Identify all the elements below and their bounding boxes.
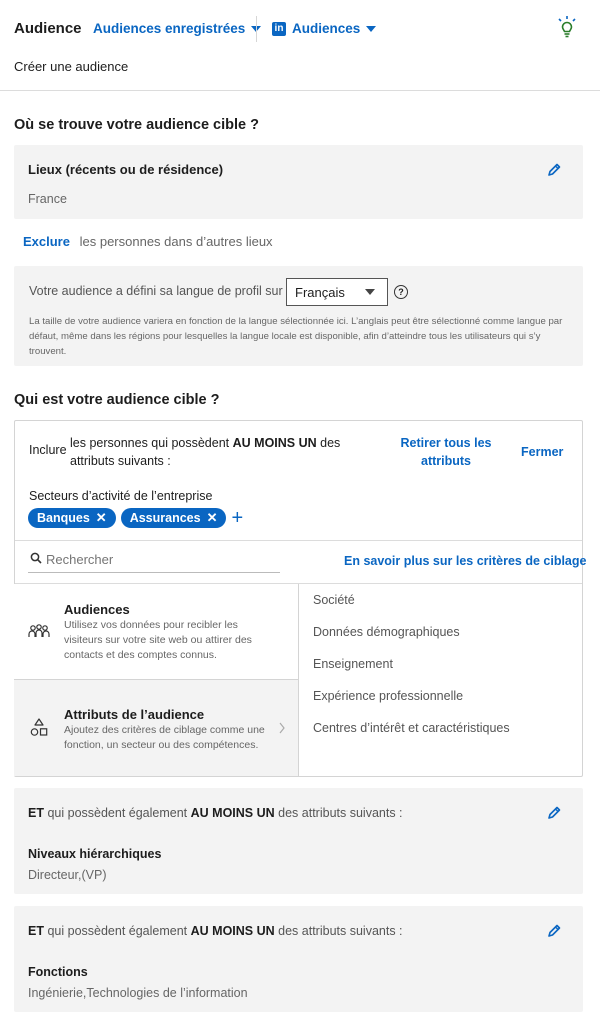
pencil-icon[interactable] [546, 923, 562, 939]
help-icon[interactable]: ? [394, 285, 408, 299]
sector-pills: Banques ✕ Assurances ✕ + [28, 508, 243, 528]
pill-label: Assurances [129, 511, 201, 525]
exclude-link[interactable]: Exclure [23, 234, 70, 249]
chevron-down-icon [365, 289, 375, 295]
close-button[interactable]: Fermer [521, 445, 563, 459]
and-strong: AU MOINS UN [190, 924, 275, 938]
audiences-dropdown[interactable]: in Audiences [272, 21, 377, 36]
option-item[interactable]: Centres d’intérêt et caractéristiques [313, 721, 510, 735]
category-title: Audiences [64, 602, 130, 617]
and-block-value: Ingénierie,Technologies de l’information [28, 986, 248, 1000]
and-block-text: ET qui possèdent également AU MOINS UN d… [28, 806, 403, 820]
search-underline [28, 572, 280, 573]
include-text-strong: AU MOINS UN [232, 436, 317, 450]
locations-label: Lieux (récents ou de résidence) [28, 162, 224, 177]
linkedin-icon: in [272, 21, 286, 36]
pill-assurances[interactable]: Assurances ✕ [120, 508, 227, 528]
and-text: des attributs suivants : [278, 924, 403, 938]
lightbulb-icon[interactable] [556, 15, 578, 39]
include-text: les personnes qui possèdent AU MOINS UN … [70, 434, 370, 470]
saved-audiences-label: Audiences enregistrées [93, 21, 246, 36]
remove-all-button[interactable]: Retirer tous les attributs [396, 434, 496, 470]
create-audience-link[interactable]: Créer une audience [14, 59, 128, 74]
sector-label: Secteurs d’activité de l’entreprise [29, 489, 213, 503]
language-select[interactable]: Français [286, 278, 388, 306]
category-desc: Ajoutez des critères de ciblage comme un… [64, 724, 265, 751]
include-text-part: des [320, 436, 341, 450]
chevron-down-icon [366, 25, 377, 32]
option-item[interactable]: Données démographiques [313, 625, 460, 639]
and-text: qui possèdent également [47, 806, 188, 820]
people-group-icon [28, 624, 50, 637]
add-icon[interactable]: + [231, 508, 243, 528]
and-prefix: ET [28, 806, 44, 820]
exclude-row: Exclure les personnes dans d’autres lieu… [23, 234, 273, 249]
include-label: Inclure [29, 443, 67, 457]
close-icon[interactable]: ✕ [207, 510, 218, 526]
remove-all-label: attributs [421, 454, 471, 468]
divider [15, 540, 582, 541]
search-input[interactable] [46, 549, 276, 569]
search-icon [30, 552, 42, 564]
category-attributes[interactable]: Attributs de l’audience Ajoutez des crit… [14, 680, 298, 776]
and-block-label: Niveaux hiérarchiques [28, 847, 162, 861]
pencil-icon[interactable] [546, 162, 562, 178]
and-block: ET qui possèdent également AU MOINS UN d… [14, 906, 583, 1012]
and-block-text: ET qui possèdent également AU MOINS UN d… [28, 924, 403, 938]
and-block-label: Fonctions [28, 965, 88, 979]
category-audiences[interactable]: Audiences Utilisez vos données pour reci… [14, 584, 298, 679]
language-value: Français [295, 284, 345, 300]
language-note: La taille de votre audience variera en f… [29, 316, 563, 357]
and-prefix: ET [28, 924, 44, 938]
include-text-part: attributs suivants : [70, 454, 171, 468]
close-icon[interactable]: ✕ [96, 510, 107, 526]
location-heading: Où se trouve votre audience cible ? [14, 117, 259, 133]
pencil-icon[interactable] [546, 805, 562, 821]
chevron-right-icon [279, 722, 285, 734]
pill-label: Banques [37, 511, 90, 525]
target-heading: Qui est votre audience cible ? [14, 392, 220, 408]
and-block: ET qui possèdent également AU MOINS UN d… [14, 788, 583, 894]
include-text-part: les personnes qui possèdent [70, 436, 230, 450]
category-desc: Utilisez vos données pour recibler les v… [64, 619, 252, 661]
remove-all-label: Retirer tous les [400, 436, 492, 450]
language-label: Votre audience a défini sa langue de pro… [29, 284, 283, 298]
pill-banques[interactable]: Banques ✕ [28, 508, 116, 528]
locations-box: Lieux (récents ou de résidence) France [14, 145, 583, 219]
and-block-value: Directeur,(VP) [28, 868, 107, 882]
saved-audiences-dropdown[interactable]: Audiences enregistrées [93, 21, 262, 36]
option-item[interactable]: Expérience professionnelle [313, 689, 463, 703]
category-list: Audiences Utilisez vos données pour reci… [14, 584, 298, 776]
option-list: Société Données démographiques Enseignem… [298, 584, 583, 776]
audiences-label: Audiences [292, 21, 361, 36]
locations-value: France [28, 192, 67, 206]
and-text: des attributs suivants : [278, 806, 403, 820]
divider [0, 90, 600, 91]
and-text: qui possèdent également [47, 924, 188, 938]
and-strong: AU MOINS UN [190, 806, 275, 820]
option-item[interactable]: Société [313, 593, 355, 607]
learn-more-link[interactable]: En savoir plus sur les critères de cibla… [344, 554, 586, 568]
option-item[interactable]: Enseignement [313, 657, 393, 671]
category-title: Attributs de l’audience [64, 707, 205, 722]
page-title: Audience [14, 20, 82, 37]
exclude-text: les personnes dans d’autres lieux [79, 234, 273, 249]
header-divider [256, 16, 257, 42]
shapes-icon [30, 718, 48, 736]
